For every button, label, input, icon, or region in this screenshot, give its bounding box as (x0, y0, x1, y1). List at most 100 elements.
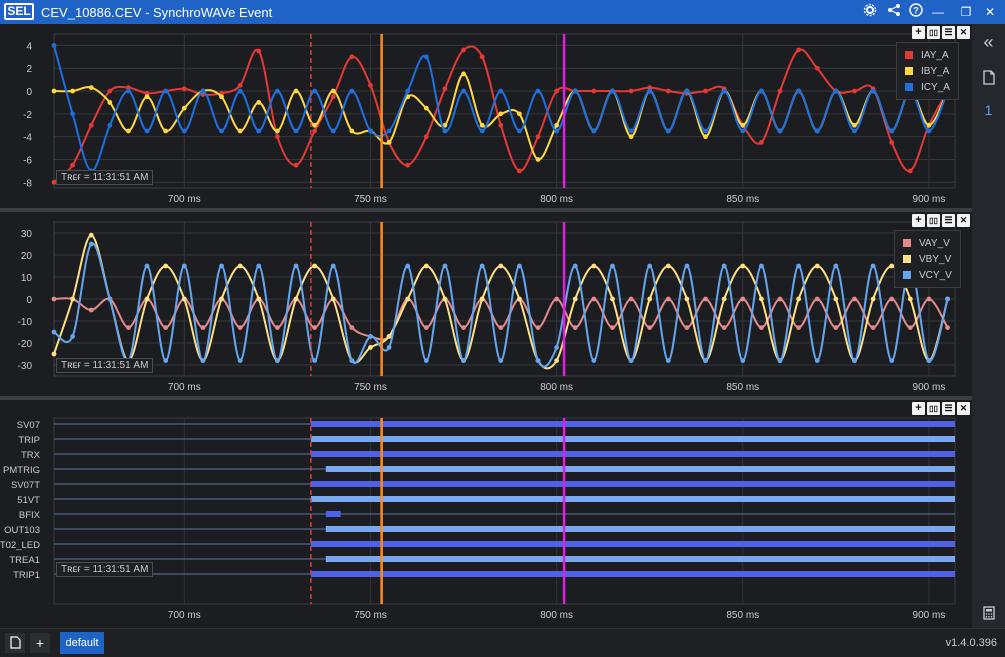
data-point (293, 162, 299, 168)
data-point (889, 128, 895, 134)
help-icon[interactable]: ? (906, 3, 926, 21)
data-point (665, 263, 671, 269)
share-icon[interactable] (884, 3, 904, 21)
legend-label: IBY_A (921, 65, 950, 77)
x-tick-label: 700 ms (168, 194, 201, 205)
calculator-icon[interactable] (972, 606, 1005, 623)
data-point (330, 296, 336, 302)
data-point (628, 128, 634, 134)
voltage-panel-controls: + ▯▯ ☰ ✕ (912, 214, 970, 227)
channel-on-bar (325, 556, 955, 562)
data-point (88, 241, 94, 247)
data-point (554, 122, 560, 128)
data-point (610, 263, 615, 269)
stack-button[interactable]: ☰ (942, 26, 955, 39)
document-icon[interactable] (972, 70, 1005, 88)
data-point (256, 263, 262, 269)
data-point (740, 128, 746, 134)
legend-item[interactable]: IAY_A (905, 47, 950, 63)
stack-button[interactable]: ☰ (942, 214, 955, 227)
legend-item[interactable]: ICY_A (905, 79, 950, 95)
data-point (926, 296, 932, 302)
data-point (70, 334, 76, 339)
data-point (554, 296, 560, 302)
close-panel-button[interactable]: ✕ (957, 402, 970, 415)
y-tick-label: -2 (23, 110, 32, 121)
status-bar: + default v1.4.0.396 (0, 628, 1005, 657)
data-point (70, 111, 76, 117)
x-tick-label: 800 ms (540, 382, 573, 393)
legend-label: ICY_A (921, 81, 950, 93)
legend-item[interactable]: VBY_V (903, 251, 952, 267)
close-panel-button[interactable]: ✕ (957, 26, 970, 39)
close-panel-button[interactable]: ✕ (957, 214, 970, 227)
tab-default[interactable]: default (60, 632, 104, 654)
data-point (777, 88, 783, 94)
data-point (312, 263, 318, 269)
x-tick-label: 800 ms (540, 610, 573, 621)
x-tick-label: 750 ms (354, 194, 387, 205)
channel-on-bar (310, 541, 955, 547)
close-window-button[interactable]: ✕ (980, 3, 1000, 21)
channel-label-PMTRIG: PMTRIG (3, 465, 40, 476)
add-tab-button[interactable]: + (30, 633, 50, 653)
data-point (889, 358, 895, 363)
data-point (293, 128, 299, 134)
data-point (572, 296, 578, 302)
data-point (870, 296, 876, 302)
y-tick-label: -30 (18, 361, 33, 372)
data-point (758, 263, 764, 269)
data-point (870, 88, 876, 94)
voltage-legend: VAY_V VBY_V VCY_V (894, 230, 961, 288)
minimize-button[interactable]: — (928, 3, 948, 21)
legend-swatch (905, 51, 913, 59)
legend-item[interactable]: VAY_V (903, 235, 952, 251)
data-point (70, 88, 76, 94)
settings-icon[interactable] (860, 3, 880, 21)
x-tick-label: 850 ms (726, 382, 759, 393)
data-point (274, 325, 280, 330)
digital-chart[interactable]: 700 ms 750 ms 800 ms 850 ms 900 ms SV07 TRIP TR… (0, 400, 972, 628)
legend-item[interactable]: VCY_V (903, 267, 952, 283)
svg-text:?: ? (913, 6, 919, 16)
page-icon[interactable] (5, 633, 25, 653)
data-point (237, 325, 243, 330)
stack-button[interactable]: ☰ (942, 402, 955, 415)
data-point (70, 162, 76, 168)
split-button[interactable]: ▯▯ (927, 402, 940, 415)
data-point (684, 296, 690, 302)
channel-on-bar (310, 421, 955, 427)
legend-item[interactable]: IBY_A (905, 63, 950, 79)
split-button[interactable]: ▯▯ (927, 214, 940, 227)
data-point (88, 307, 94, 313)
restore-button[interactable]: ❐ (956, 3, 976, 21)
data-point (665, 296, 671, 302)
data-point (51, 43, 57, 48)
data-point (684, 88, 690, 94)
add-button[interactable]: + (912, 214, 925, 227)
data-point (535, 325, 541, 330)
data-point (88, 232, 94, 238)
data-point (256, 100, 262, 105)
data-point (647, 263, 653, 269)
event-count[interactable]: 1 (972, 102, 1005, 118)
y-tick-label: 0 (26, 87, 32, 98)
channel-label-TRIP1: TRIP1 (13, 570, 40, 581)
data-point (368, 128, 373, 134)
data-point (107, 88, 113, 94)
data-point (330, 128, 336, 134)
split-button[interactable]: ▯▯ (927, 26, 940, 39)
add-button[interactable]: + (912, 26, 925, 39)
data-point (777, 358, 783, 363)
collapse-button[interactable]: « (972, 32, 1005, 53)
data-point (144, 128, 150, 134)
data-point (274, 134, 280, 140)
chart-area: 4 2 0 -2 -4 -6 -8 700 ms 750 ms 800 ms 850 ms 900 m… (0, 24, 972, 628)
data-point (386, 334, 392, 339)
data-point (163, 88, 169, 94)
data-point (498, 358, 504, 363)
data-point (330, 88, 336, 94)
data-point (610, 88, 615, 94)
add-button[interactable]: + (912, 402, 925, 415)
channel-on-bar (325, 466, 955, 472)
